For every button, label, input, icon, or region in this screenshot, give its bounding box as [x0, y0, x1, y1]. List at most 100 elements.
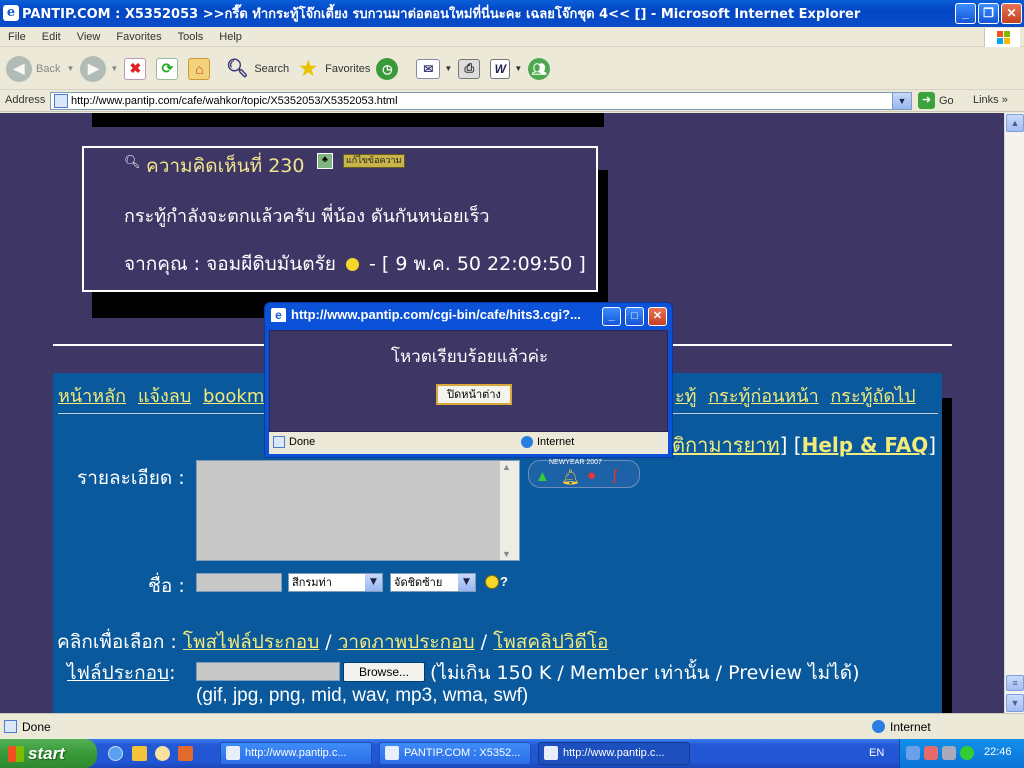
balloon-icon[interactable]: ●	[587, 467, 596, 484]
etiquette-link[interactable]: ติกามารยาท	[672, 433, 780, 457]
file-types: (gif, jpg, png, mid, wav, mp3, wma, swf)	[196, 685, 529, 706]
menu-edit[interactable]: Edit	[34, 31, 69, 43]
taskbar-item[interactable]: http://www.pantip.c...	[220, 742, 372, 765]
edit-dropdown-icon[interactable]: ▼	[514, 64, 522, 73]
vote-popup-window[interactable]: e http://www.pantip.com/cgi-bin/cafe/hit…	[264, 302, 673, 458]
history-button[interactable]: ◷	[376, 57, 402, 80]
menu-view[interactable]: View	[69, 31, 109, 43]
nav-next-link[interactable]: กระทู้ถัดไป	[830, 386, 915, 407]
address-input[interactable]: http://www.pantip.com/cafe/wahkor/topic/…	[50, 92, 912, 110]
close-window-button[interactable]: ปิดหน้าต่าง	[436, 384, 512, 405]
edit-button[interactable]: W ▼	[490, 58, 522, 79]
language-indicator[interactable]: EN	[869, 747, 884, 759]
align-select[interactable]: จัดชิดซ้าย ▼	[390, 573, 476, 592]
popup-minimize-button[interactable]: _	[602, 307, 621, 326]
menu-file[interactable]: File	[0, 31, 34, 43]
file-path-input[interactable]	[196, 662, 340, 681]
menu-tools[interactable]: Tools	[170, 31, 212, 43]
bell-icon[interactable]: 🔔︎	[561, 468, 580, 486]
favorites-button[interactable]: ★ Favorites	[295, 56, 370, 82]
ie-quicklaunch-icon[interactable]	[108, 746, 123, 761]
detail-textarea[interactable]	[196, 460, 520, 561]
address-label: Address	[5, 94, 46, 106]
nav-prev-link[interactable]: กระทู้ก่อนหน้า	[708, 386, 818, 407]
smiley-help[interactable]: ?	[500, 574, 508, 589]
status-zone: Internet	[890, 720, 931, 734]
file-label[interactable]: ไฟล์ประกอบ	[67, 662, 169, 684]
globe-icon	[872, 720, 885, 733]
page-scrollbar[interactable]: ▲ ≡ ▼	[1004, 113, 1024, 713]
close-button[interactable]: ✕	[1001, 3, 1022, 24]
start-button[interactable]: start	[0, 739, 97, 768]
candy-cane-icon[interactable]: ʃ	[613, 467, 616, 484]
tree-icon[interactable]: ▲	[535, 468, 550, 485]
quicklaunch-icon[interactable]	[132, 746, 147, 761]
go-button[interactable]: ➜ Go	[918, 92, 954, 109]
name-input[interactable]	[196, 573, 282, 592]
mail-dropdown-icon[interactable]: ▼	[444, 64, 452, 73]
forward-arrow-icon: ▶	[80, 55, 107, 82]
stop-button[interactable]: ✖	[124, 57, 150, 80]
nav-bookmark-link[interactable]: bookm	[203, 386, 264, 407]
windows-flag-icon	[8, 746, 24, 762]
nav-home-link[interactable]: หน้าหลัก	[58, 386, 126, 407]
ie-icon	[544, 746, 558, 760]
smiley-picker-icon[interactable]	[485, 575, 499, 589]
messenger-button[interactable]: 👥︎	[528, 57, 554, 80]
address-dropdown-icon[interactable]: ▼	[892, 92, 912, 110]
address-bar: Address http://www.pantip.com/cafe/wahko…	[0, 90, 1024, 112]
forward-button[interactable]: ▶ ▼	[80, 55, 118, 82]
textarea-up-icon[interactable]: ▲	[502, 462, 511, 472]
popup-maximize-button[interactable]: □	[625, 307, 644, 326]
security-icon[interactable]	[924, 746, 938, 760]
post-video-link[interactable]: โพสคลิปวิดีโอ	[493, 631, 608, 653]
nav-report-link[interactable]: แจ้งลบ	[138, 386, 191, 407]
window-titlebar[interactable]: e PANTIP.COM : X5352053 >>กรี๊ด ทำกระทู้…	[0, 0, 1024, 27]
taskbar-item-active[interactable]: http://www.pantip.c...	[538, 742, 690, 765]
edit-message-button[interactable]: แก้ไขข้อความ	[343, 154, 405, 168]
back-dropdown-icon[interactable]: ▼	[66, 64, 74, 73]
nav-topic-link[interactable]: ะทู้	[675, 386, 697, 407]
start-label: start	[28, 743, 65, 763]
textarea-scrollbar[interactable]: ▲ ▼	[500, 461, 519, 560]
popup-close-button[interactable]: ✕	[648, 307, 667, 326]
browse-button[interactable]: Browse...	[343, 662, 425, 682]
taskbar-item-label: PANTIP.COM : X5352...	[404, 747, 521, 759]
menu-favorites[interactable]: Favorites	[108, 31, 169, 43]
draw-image-link[interactable]: วาดภาพประกอบ	[338, 631, 475, 653]
volume-icon[interactable]	[942, 746, 956, 760]
clock[interactable]: 22:46	[984, 746, 1012, 758]
status-text: Done	[22, 720, 51, 734]
quicklaunch-icon[interactable]	[155, 746, 170, 761]
menu-help[interactable]: Help	[211, 31, 250, 43]
mail-button[interactable]: ✉ ▼	[416, 58, 452, 79]
align-select-value: จัดชิดซ้าย	[394, 576, 443, 589]
quicklaunch-icon[interactable]	[178, 746, 193, 761]
color-select[interactable]: สีกรมท่า ▼	[288, 573, 383, 592]
refresh-button[interactable]: ⟳	[156, 57, 182, 80]
post-file-link[interactable]: โพสไฟล์ประกอบ	[183, 631, 319, 653]
scroll-thumb[interactable]: ≡	[1006, 675, 1024, 691]
popup-status-text: Done	[289, 436, 316, 448]
popup-titlebar[interactable]: e http://www.pantip.com/cgi-bin/cafe/hit…	[271, 307, 591, 322]
emoticon-caption: NEWYEAR 2007	[549, 459, 602, 466]
scroll-down-icon[interactable]: ▼	[1006, 694, 1024, 712]
taskbar-item[interactable]: PANTIP.COM : X5352...	[379, 742, 531, 765]
search-button[interactable]: 🔍︎ Search	[224, 56, 289, 82]
print-button[interactable]: ⎙	[458, 58, 484, 79]
forward-dropdown-icon[interactable]: ▼	[110, 64, 118, 73]
minimize-button[interactable]: _	[955, 3, 976, 24]
help-faq-link[interactable]: Help & FAQ	[802, 433, 929, 457]
vote-icon[interactable]: ♣	[317, 153, 333, 169]
maximize-button[interactable]: ❐	[978, 3, 999, 24]
emoticon-bar[interactable]: NEWYEAR 2007 ▲ 🔔︎ ● ʃ	[528, 459, 640, 488]
links-button[interactable]: Links »	[973, 94, 1008, 106]
back-button[interactable]: ◀ Back ▼	[6, 55, 74, 82]
scroll-up-icon[interactable]: ▲	[1006, 114, 1024, 132]
textarea-down-icon[interactable]: ▼	[502, 549, 511, 559]
home-button[interactable]: ⌂	[188, 57, 214, 80]
search-label: Search	[254, 62, 290, 75]
network-icon[interactable]	[906, 746, 920, 760]
dsl-icon[interactable]	[960, 746, 974, 760]
home-icon: ⌂	[188, 57, 211, 80]
